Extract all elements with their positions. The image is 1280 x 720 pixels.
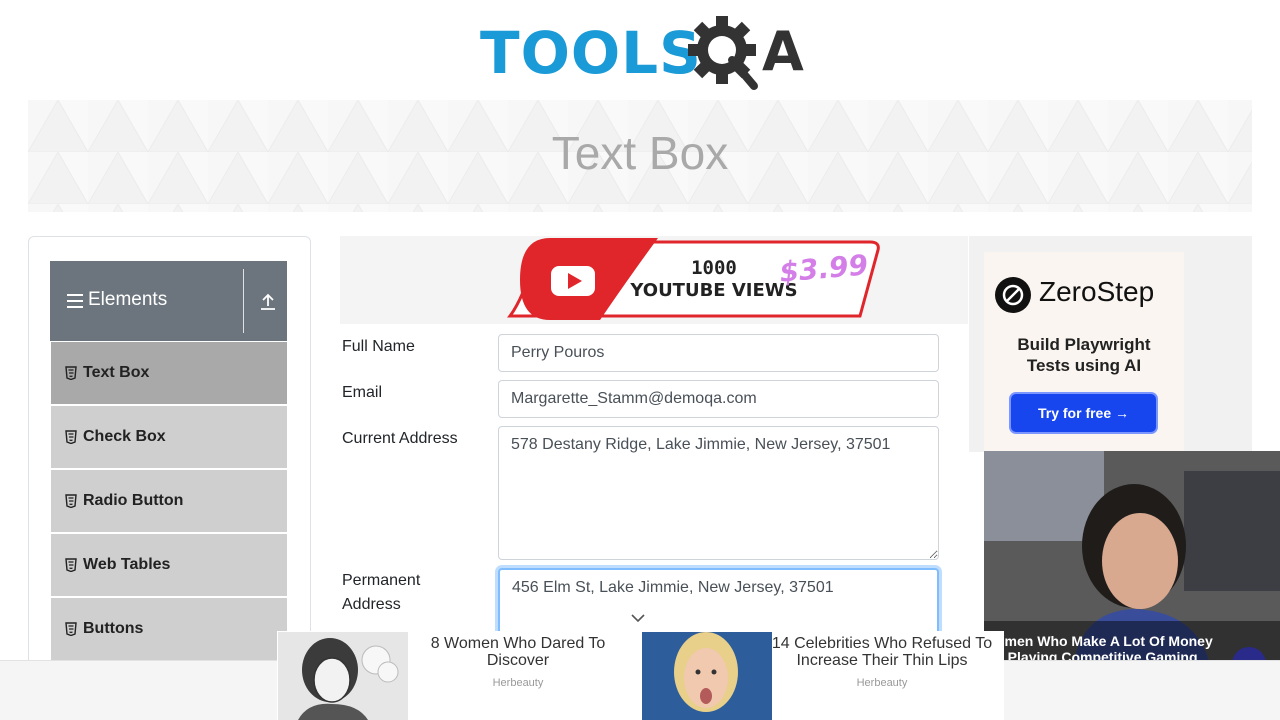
- tagline-line2: Tests using AI: [1026, 356, 1142, 375]
- sidebar-item-label: Text Box: [83, 364, 150, 381]
- sidebar-item-label: Buttons: [83, 620, 144, 637]
- ad-line1: 1000: [691, 257, 737, 279]
- ad-title-women[interactable]: 8 Women Who Dared To Discover: [403, 635, 633, 669]
- site-header: TOOLS A: [0, 0, 1280, 100]
- html5-icon: [65, 430, 77, 444]
- chevron-down-icon[interactable]: [630, 612, 646, 624]
- email-label: Email: [342, 384, 383, 401]
- ad-source-celebrities: Herbeauty: [856, 677, 908, 689]
- html5-icon: [65, 366, 77, 380]
- ad-title-celebrities[interactable]: 14 Celebrities Who Refused To Increase T…: [767, 635, 997, 669]
- group-title: Elements: [88, 289, 168, 310]
- sidebar-item-label: Radio Button: [83, 492, 184, 509]
- ad-source-women: Herbeauty: [492, 677, 544, 689]
- html5-icon: [65, 558, 77, 572]
- zerostep-brand: ZeroStep: [1039, 276, 1155, 307]
- ad-thumbnail-celebrities[interactable]: [642, 632, 772, 720]
- html5-icon: [65, 494, 77, 508]
- permanent-address-label: Permanent Address: [342, 569, 420, 617]
- current-address-label: Current Address: [342, 430, 458, 447]
- divider: [243, 269, 244, 333]
- full-name-input[interactable]: [498, 334, 939, 372]
- video-ad[interactable]: omen Who Make A Lot Of Money y Playing C…: [984, 451, 1280, 661]
- page-title: Text Box: [551, 127, 729, 179]
- permanent-address-label-line1: Permanent: [342, 572, 421, 589]
- ad-thumbnail-women[interactable]: [278, 632, 408, 720]
- sidebar-item-buttons[interactable]: Buttons: [51, 598, 287, 660]
- page-banner: Text Box: [28, 100, 1252, 212]
- sidebar-item-web-tables[interactable]: Web Tables: [51, 534, 287, 596]
- video-frame: [984, 451, 1280, 661]
- zerostep-logo-icon: [995, 277, 1031, 313]
- zerostep-tagline: Build Playwright Tests using AI: [984, 334, 1184, 376]
- elements-group-header[interactable]: Elements: [50, 261, 287, 341]
- ad-graphic: 1000 YOUTUBE VIEWS $3.99: [507, 238, 880, 320]
- caption-line1: omen Who Make A Lot Of Money: [996, 633, 1213, 649]
- try-for-free-button[interactable]: Try for free →: [1011, 394, 1156, 432]
- sidebar-item-radio-button[interactable]: Radio Button: [51, 470, 287, 532]
- sidebar-item-check-box[interactable]: Check Box: [51, 406, 287, 468]
- toolsqa-logo[interactable]: TOOLS A: [480, 14, 806, 92]
- left-sidebar: Elements Text Box Check Box Radio Button…: [28, 236, 311, 676]
- sidebar-item-label: Check Box: [83, 428, 166, 445]
- collapse-up-icon[interactable]: [260, 293, 276, 311]
- full-name-label: Full Name: [342, 338, 415, 355]
- email-input[interactable]: [498, 380, 939, 418]
- sidebar-item-label: Web Tables: [83, 556, 171, 573]
- permanent-address-label-line2: Address: [342, 596, 401, 613]
- html5-icon: [65, 622, 77, 636]
- logo-text: TOOLS: [480, 19, 702, 87]
- sidebar-item-text-box[interactable]: Text Box: [51, 342, 287, 404]
- zerostep-card: ZeroStep Build Playwright Tests using AI…: [984, 252, 1184, 452]
- hamburger-icon: [67, 294, 83, 308]
- ad-line2: YOUTUBE VIEWS: [629, 280, 797, 301]
- youtube-views-ad[interactable]: 1000 YOUTUBE VIEWS $3.99: [340, 236, 968, 324]
- zerostep-ad[interactable]: ZeroStep Build Playwright Tests using AI…: [969, 236, 1252, 452]
- logo-qa-text: A: [762, 20, 804, 83]
- tagline-line1: Build Playwright: [1017, 335, 1151, 354]
- logo-gear-icon: A: [688, 16, 804, 90]
- current-address-textarea[interactable]: 578 Destany Ridge, Lake Jimmie, New Jers…: [498, 426, 939, 560]
- bottom-ad-strip: 8 Women Who Dared To Discover Herbeauty …: [277, 631, 1004, 720]
